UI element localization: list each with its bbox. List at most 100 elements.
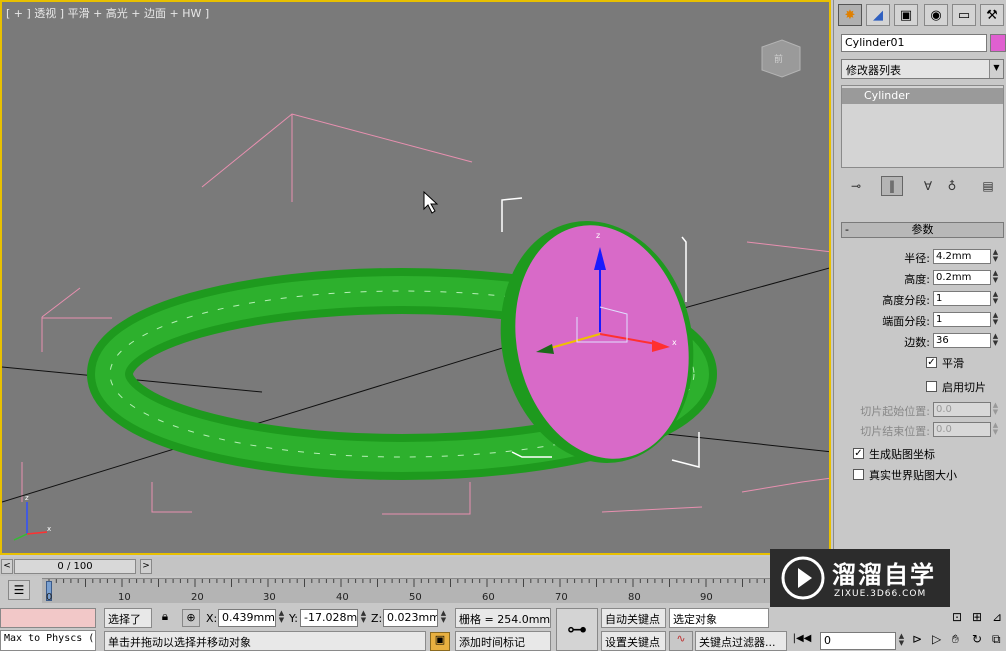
height-segments-label: 高度分段: — [882, 294, 930, 307]
sides-spinner[interactable]: ▲ ▼ — [991, 333, 1000, 348]
motion-tab-icon[interactable]: ◉ — [924, 4, 948, 26]
absolute-mode-icon[interactable]: ⊕ — [182, 609, 200, 627]
zoom-extents-icon[interactable]: ⊞ — [972, 610, 988, 626]
parameters-title: 参数 — [911, 223, 934, 236]
tick-label-40: 40 — [336, 592, 349, 603]
real-world-label: 真实世界贴图大小 — [869, 469, 957, 482]
y-spinner[interactable]: ▲ ▼ — [359, 610, 368, 625]
sides-label: 边数: — [904, 336, 930, 349]
go-to-start-icon[interactable]: |◀◀ — [792, 633, 812, 649]
slice-to-spinner[interactable]: ▲ ▼ — [991, 422, 1000, 437]
gen-mapping-label: 生成贴图坐标 — [869, 448, 935, 461]
tick-label-50: 50 — [409, 592, 422, 603]
height-spinner[interactable]: ▲ ▼ — [991, 270, 1000, 285]
axis-tripod-icon: z x — [13, 494, 51, 541]
object-name-field[interactable]: Cylinder01 — [841, 34, 987, 52]
svg-text:z: z — [25, 494, 29, 502]
remove-modifier-icon[interactable]: ♁ — [941, 176, 963, 196]
svg-text:x: x — [47, 525, 51, 533]
viewport-label[interactable]: [ + ] 透视 ] 平滑 + 高光 + 边面 + HW ] — [6, 5, 209, 21]
height-segments-input[interactable]: 1 — [933, 291, 991, 306]
sides-input[interactable]: 36 — [933, 333, 991, 348]
hierarchy-tab-icon[interactable]: ▣ — [894, 4, 918, 26]
tick-label-70: 70 — [555, 592, 568, 603]
selected-object-dropdown[interactable]: 选定对象 — [669, 608, 769, 628]
slice-to-input[interactable]: 0.0 — [933, 422, 991, 437]
create-tab-icon[interactable]: ✸ — [838, 4, 862, 26]
cap-segments-spinner[interactable]: ▲ ▼ — [991, 312, 1000, 327]
pin-stack-icon[interactable]: ⊸ — [845, 176, 867, 196]
gen-mapping-checkbox[interactable]: ✓ — [853, 448, 864, 459]
utilities-tab-icon[interactable]: ⚒ — [980, 4, 1004, 26]
y-label: Y: — [289, 612, 298, 625]
display-tab-icon[interactable]: ▭ — [952, 4, 976, 26]
tick-label-60: 60 — [482, 592, 495, 603]
set-key-button[interactable]: 设置关键点 — [601, 631, 666, 651]
z-label: Z: — [371, 612, 383, 625]
track-bar[interactable]: 0 10 20 30 40 50 60 70 80 90 — [42, 578, 830, 603]
object-color-swatch[interactable] — [990, 34, 1006, 52]
auto-key-button[interactable]: 自动关键点 — [601, 608, 666, 628]
slice-on-checkbox[interactable] — [926, 381, 937, 392]
show-end-result-icon[interactable]: ‖ — [881, 176, 903, 196]
add-time-tag[interactable]: 添加时间标记 — [455, 631, 551, 651]
mouse-cursor-icon — [423, 190, 439, 214]
x-spinner[interactable]: ▲ ▼ — [277, 610, 286, 625]
watermark-logo: 溜溜自学 ZIXUE.3D66.COM — [770, 549, 950, 607]
cap-segments-input[interactable]: 1 — [933, 312, 991, 327]
set-key-icon[interactable]: ⊶ — [556, 608, 598, 651]
time-slider[interactable]: 0 / 100 — [14, 559, 136, 574]
curve-editor-icon[interactable]: ∿ — [669, 631, 693, 651]
slice-from-spinner[interactable]: ▲ ▼ — [991, 402, 1000, 417]
make-unique-icon[interactable]: ∀ — [917, 176, 939, 196]
tick-label-90: 90 — [700, 592, 713, 603]
zoom-icon[interactable]: ⊡ — [952, 610, 968, 626]
field-of-view-icon[interactable]: ⊿ — [992, 610, 1006, 626]
svg-text:z: z — [596, 231, 600, 240]
modify-tab-icon[interactable]: ◢ — [866, 4, 890, 26]
dolly-icon[interactable]: ⊳ — [912, 632, 928, 648]
pan-icon[interactable]: ✋︎ — [952, 632, 968, 648]
next-frame-button[interactable]: > — [140, 559, 152, 574]
x-label: X: — [206, 612, 218, 625]
radius-spinner[interactable]: ▲ ▼ — [991, 249, 1000, 264]
maximize-viewport-icon[interactable]: ⧉ — [992, 632, 1006, 648]
height-segments-spinner[interactable]: ▲ ▼ — [991, 291, 1000, 306]
tick-label-0: 0 — [46, 592, 53, 603]
radius-label: 半径: — [904, 252, 930, 265]
smooth-checkbox[interactable]: ✓ — [926, 357, 937, 368]
modifier-stack[interactable]: Cylinder — [841, 85, 1004, 168]
stack-item-cylinder[interactable]: Cylinder — [842, 88, 1003, 104]
tick-label-30: 30 — [263, 592, 276, 603]
slice-from-input[interactable]: 0.0 — [933, 402, 991, 417]
smooth-label: 平滑 — [942, 357, 964, 370]
height-input[interactable]: 0.2mm — [933, 270, 991, 285]
perspective-viewport[interactable]: z x z x 前 [ + ] 透视 ] 平滑 + 高光 + 边面 + HW ] — [0, 0, 831, 555]
x-coordinate-field[interactable]: 0.439mm — [218, 609, 276, 627]
y-coordinate-field[interactable]: -17.028mm — [300, 609, 358, 627]
z-coordinate-field[interactable]: 0.023mm — [383, 609, 438, 627]
z-spinner[interactable]: ▲ ▼ — [439, 610, 448, 625]
view-cube[interactable]: 前 — [761, 39, 801, 78]
radius-input[interactable]: 4.2mm — [933, 249, 991, 264]
real-world-checkbox[interactable] — [853, 469, 864, 480]
modifier-list-dropdown[interactable]: 修改器列表 ▼ — [841, 59, 1004, 79]
grid-size-display: 栅格 = 254.0mm — [455, 608, 551, 628]
orbit-icon[interactable]: ↻ — [972, 632, 988, 648]
current-frame-field[interactable]: 0 — [820, 632, 896, 650]
key-filters-button[interactable]: 关键点过滤器... — [695, 631, 787, 651]
field-of-view-2-icon[interactable]: ▷ — [932, 632, 948, 648]
selection-status: 选择了 — [104, 608, 152, 628]
lock-selection-icon[interactable]: 🔒︎ — [156, 609, 174, 627]
prev-frame-button[interactable]: < — [1, 559, 13, 574]
maxscript-mini-listener[interactable]: Max to Physcs ( — [0, 630, 96, 651]
chevron-down-icon: ▼ — [989, 60, 1003, 78]
viewport-scene[interactable]: z x z x 前 — [2, 2, 831, 555]
parameters-rollout-header[interactable]: - 参数 — [841, 222, 1004, 238]
configure-modifier-sets-icon[interactable]: ▤ — [977, 176, 999, 196]
frame-spinner[interactable]: ▲ ▼ — [897, 633, 906, 648]
track-bar-toggle-icon[interactable]: ☰ — [8, 580, 30, 600]
prompt-line: 单击并拖动以选择并移动对象 — [104, 631, 426, 651]
maxscript-listener-pink[interactable] — [0, 608, 96, 628]
time-tag-icon[interactable]: ▣ — [430, 632, 450, 651]
